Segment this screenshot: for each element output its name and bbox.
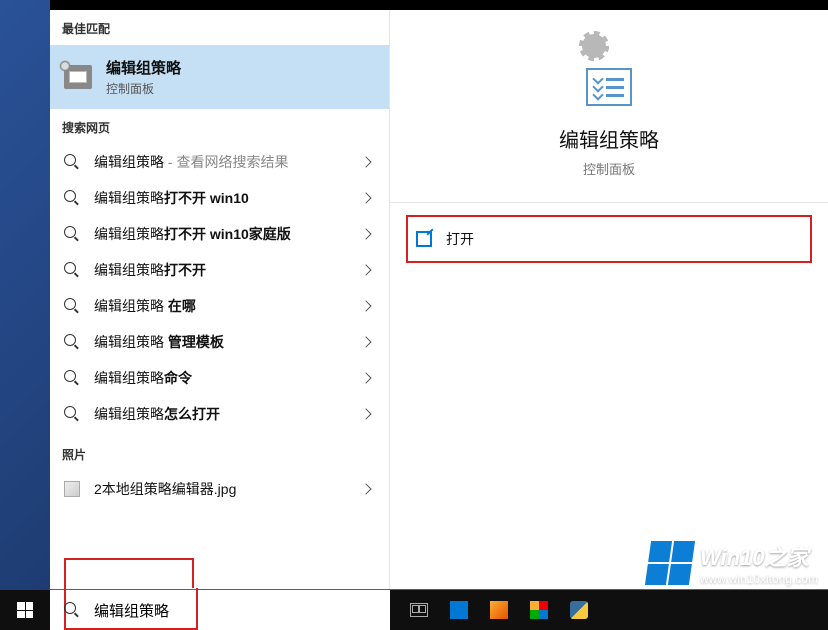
web-result-text: 编辑组策略怎么打开: [94, 404, 220, 424]
section-photos: 照片: [50, 432, 389, 471]
web-result-item[interactable]: 编辑组策略 在哪: [50, 288, 389, 324]
web-result-text: 编辑组策略打不开 win10: [94, 188, 249, 208]
web-result-text: 编辑组策略打不开 win10家庭版: [94, 224, 291, 244]
group-policy-icon: [574, 40, 644, 106]
best-match-subtitle: 控制面板: [106, 80, 181, 97]
watermark-url: www.win10xitong.com: [700, 572, 818, 586]
app-icon: [490, 601, 508, 619]
details-panel: 编辑组策略 控制面板 打开: [390, 10, 828, 589]
web-result-item[interactable]: 编辑组策略打不开 win10家庭版: [50, 216, 389, 252]
search-icon: [64, 406, 80, 422]
chevron-right-icon[interactable]: [359, 154, 375, 170]
control-panel-icon: [64, 65, 92, 89]
best-match-title: 编辑组策略: [106, 57, 181, 78]
web-result-text: 编辑组策略 在哪: [94, 296, 196, 316]
window-top-border: [50, 0, 828, 10]
search-input[interactable]: [94, 602, 376, 619]
web-result-text: 编辑组策略 - 查看网络搜索结果: [94, 152, 288, 172]
watermark-title: Win10之家: [700, 540, 818, 572]
app-icon: [570, 601, 588, 619]
chevron-right-icon[interactable]: [359, 226, 375, 242]
search-icon: [64, 190, 80, 206]
chevron-right-icon[interactable]: [359, 262, 375, 278]
best-match-text: 编辑组策略 控制面板: [106, 57, 181, 97]
web-result-item[interactable]: 编辑组策略 管理模板: [50, 324, 389, 360]
web-result-item[interactable]: 编辑组策略命令: [50, 360, 389, 396]
chevron-right-icon[interactable]: [359, 298, 375, 314]
search-icon: [64, 262, 80, 278]
search-icon: [64, 370, 80, 386]
details-title: 编辑组策略: [390, 124, 828, 153]
app-icon: [530, 601, 548, 619]
web-result-text: 编辑组策略命令: [94, 368, 192, 388]
chevron-right-icon[interactable]: [359, 370, 375, 386]
app-icon: [450, 601, 468, 619]
search-icon: [64, 298, 80, 314]
web-result-item[interactable]: 编辑组策略怎么打开: [50, 396, 389, 432]
taskbar-search[interactable]: [50, 590, 390, 630]
taskbar-app-button[interactable]: [442, 590, 476, 630]
web-result-text: 编辑组策略 管理模板: [94, 332, 224, 352]
desktop-background: [0, 0, 50, 590]
section-web-search: 搜索网页: [50, 109, 389, 144]
windows-logo-icon: [645, 541, 695, 585]
search-icon: [64, 334, 80, 350]
watermark: Win10之家 www.win10xitong.com: [648, 540, 818, 586]
chevron-right-icon[interactable]: [359, 406, 375, 422]
windows-start-icon: [17, 602, 33, 618]
web-result-item[interactable]: 编辑组策略打不开 win10: [50, 180, 389, 216]
search-results-panel: 最佳匹配 编辑组策略 控制面板 搜索网页 编辑组策略 - 查看网络搜索结果 编辑…: [50, 10, 390, 589]
best-match-result[interactable]: 编辑组策略 控制面板: [50, 45, 389, 109]
section-best-match: 最佳匹配: [50, 10, 389, 45]
web-result-text: 编辑组策略打不开: [94, 260, 206, 280]
open-icon: [416, 231, 432, 247]
task-view-button[interactable]: [402, 590, 436, 630]
web-result-item[interactable]: 编辑组策略打不开: [50, 252, 389, 288]
search-icon: [64, 154, 80, 170]
open-action-label: 打开: [446, 229, 474, 249]
start-button[interactable]: [0, 590, 50, 630]
taskbar-icons: [390, 590, 596, 630]
chevron-right-icon[interactable]: [359, 334, 375, 350]
chevron-right-icon[interactable]: [359, 190, 375, 206]
search-icon: [64, 226, 80, 242]
taskbar: [0, 590, 828, 630]
taskbar-app-button[interactable]: [562, 590, 596, 630]
photo-result-text: 2本地组策略编辑器.jpg: [94, 479, 236, 499]
search-icon: [64, 602, 80, 618]
taskbar-app-button[interactable]: [482, 590, 516, 630]
open-action[interactable]: 打开: [406, 215, 812, 263]
chevron-right-icon[interactable]: [359, 481, 375, 497]
task-view-icon: [410, 603, 428, 617]
photo-result-item[interactable]: 2本地组策略编辑器.jpg: [50, 471, 389, 507]
taskbar-app-button[interactable]: [522, 590, 556, 630]
web-result-item[interactable]: 编辑组策略 - 查看网络搜索结果: [50, 144, 389, 180]
image-file-icon: [64, 481, 80, 497]
details-subtitle: 控制面板: [390, 159, 828, 178]
